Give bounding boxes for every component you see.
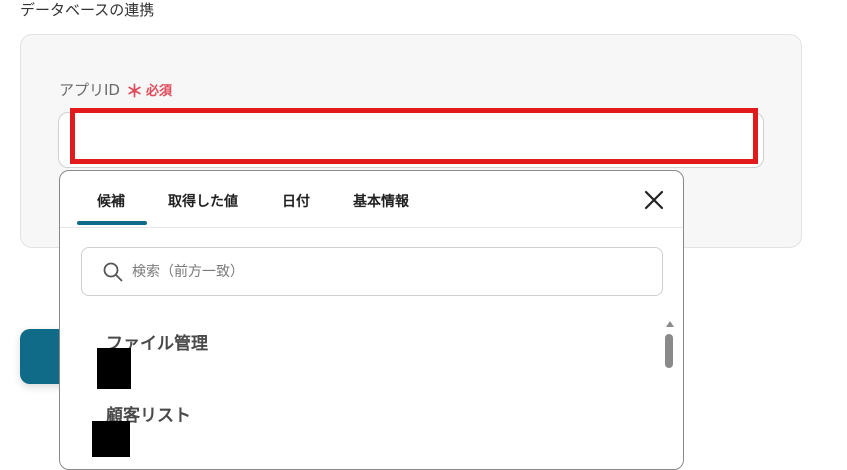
close-icon[interactable] — [643, 189, 665, 211]
section-title: データベースの連携 — [20, 1, 155, 19]
scroll-up-arrow-icon[interactable] — [666, 321, 674, 327]
search-input[interactable] — [130, 262, 614, 281]
required-badge: 必須 — [145, 84, 172, 99]
tab-basic-info[interactable]: 基本情報 — [353, 191, 409, 211]
scroll-thumb[interactable] — [665, 334, 673, 368]
search-icon — [102, 261, 124, 283]
tab-retrieved-values[interactable]: 取得した値 — [168, 191, 238, 211]
search-box — [81, 247, 663, 296]
required-star-icon: ＊ — [125, 82, 143, 102]
redacted-block — [92, 421, 130, 457]
tab-candidates[interactable]: 候補 — [97, 191, 125, 211]
active-tab-indicator — [77, 221, 147, 225]
tab-date[interactable]: 日付 — [282, 191, 310, 211]
value-picker-dropdown: 候補 取得した値 日付 基本情報 ファイル管理 顧客リスト — [59, 170, 684, 470]
picker-tabs: 候補 取得した値 日付 基本情報 — [60, 171, 683, 228]
app-id-label-text: アプリID — [59, 81, 120, 99]
app-id-input[interactable] — [58, 112, 764, 168]
redacted-block — [97, 348, 131, 389]
app-id-label: アプリID ＊ 必須 — [59, 77, 172, 102]
list-scrollbar[interactable] — [664, 319, 678, 469]
